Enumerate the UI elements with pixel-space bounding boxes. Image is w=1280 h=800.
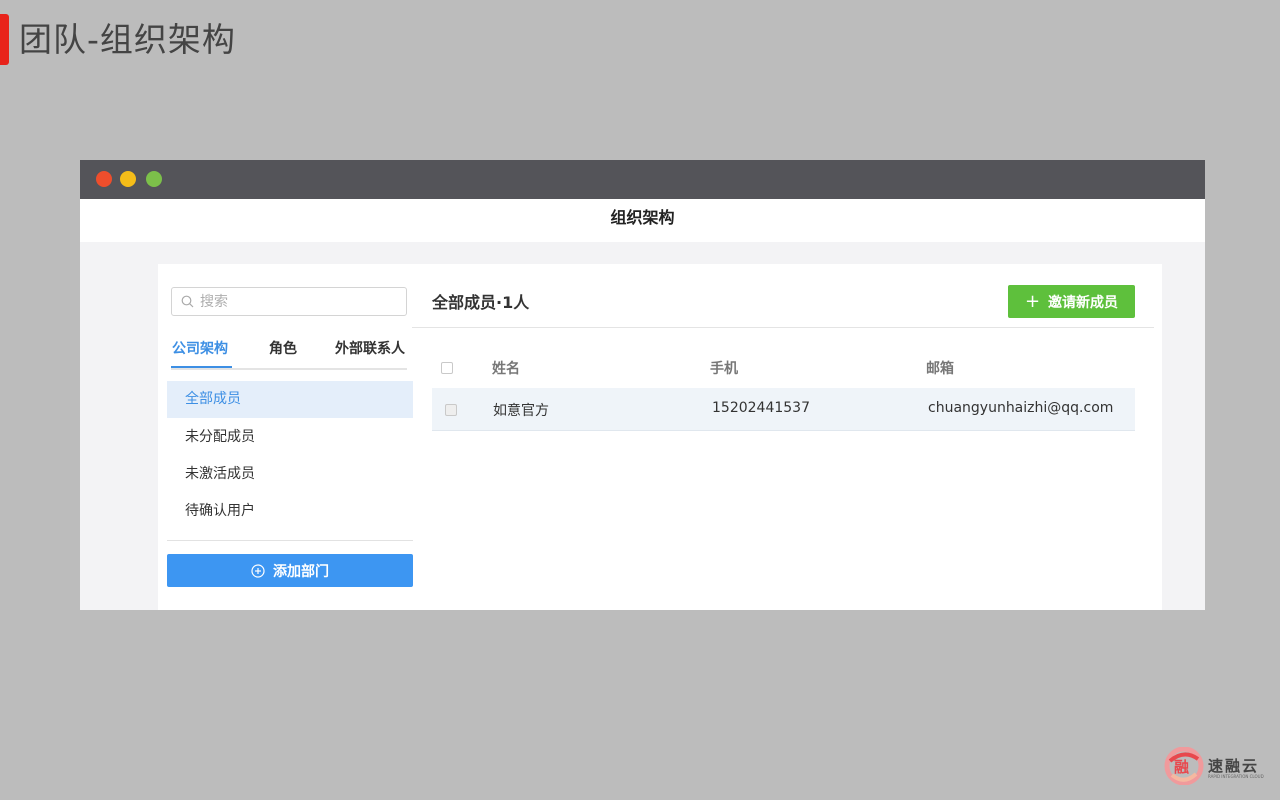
tab-company-structure[interactable]: 公司架构 (172, 339, 228, 359)
slide-accent-bar (0, 14, 9, 65)
search-input[interactable] (200, 288, 400, 315)
member-phone: 15202441537 (712, 400, 810, 416)
minimize-window-button[interactable] (120, 171, 136, 187)
add-circle-icon (251, 563, 265, 578)
window-titlebar (80, 160, 1205, 199)
sidebar-divider (167, 540, 413, 541)
invite-member-label: 邀请新成员 (1048, 294, 1119, 311)
plus-icon: + (1024, 290, 1041, 312)
table-row[interactable]: 如意官方 15202441537 chuangyunhaizhi@qq.com (432, 388, 1135, 431)
row-checkbox[interactable] (445, 404, 457, 416)
main-divider (412, 327, 1154, 328)
app-window: 组织架构 公司架构 角色 外部联系人 全部成员 未分配成员 未激活成员 待确认用… (80, 160, 1205, 610)
logo-glyph: 融 (1174, 758, 1190, 776)
invite-member-button[interactable]: + 邀请新成员 (1008, 285, 1135, 318)
app-header-title: 组织架构 (80, 199, 1205, 242)
search-icon (181, 295, 194, 308)
sidebar-item-all-members[interactable]: 全部成员 (167, 381, 413, 418)
sidebar-item-inactive-members[interactable]: 未激活成员 (167, 456, 413, 493)
tab-external-contacts[interactable]: 外部联系人 (335, 339, 405, 359)
tab-roles[interactable]: 角色 (269, 339, 297, 359)
org-panel: 公司架构 角色 外部联系人 全部成员 未分配成员 未激活成员 待确认用户 添加部… (158, 264, 1162, 610)
close-window-button[interactable] (96, 171, 112, 187)
member-email: chuangyunhaizhi@qq.com (928, 400, 1114, 416)
sidebar-item-pending-users[interactable]: 待确认用户 (167, 493, 413, 530)
select-all-checkbox[interactable] (441, 362, 453, 374)
column-header-name: 姓名 (492, 361, 520, 377)
sidebar-item-unassigned-members[interactable]: 未分配成员 (167, 419, 413, 456)
column-header-email: 邮箱 (926, 361, 954, 377)
member-name: 如意官方 (493, 403, 549, 419)
logo-subtext: RAPID INTEGRATION CLOUD (1208, 774, 1264, 779)
members-title: 全部成员·1人 (432, 293, 530, 312)
maximize-window-button[interactable] (146, 171, 162, 187)
search-box[interactable] (171, 287, 407, 316)
slide-title: 团队-组织架构 (19, 20, 236, 59)
brand-logo: 融 速融云 RAPID INTEGRATION CLOUD (1164, 747, 1272, 787)
add-department-label: 添加部门 (273, 563, 329, 580)
add-department-button[interactable]: 添加部门 (167, 554, 413, 587)
logo-text: 速融云 (1208, 757, 1260, 775)
column-header-phone: 手机 (710, 361, 738, 377)
active-tab-indicator (171, 366, 232, 368)
